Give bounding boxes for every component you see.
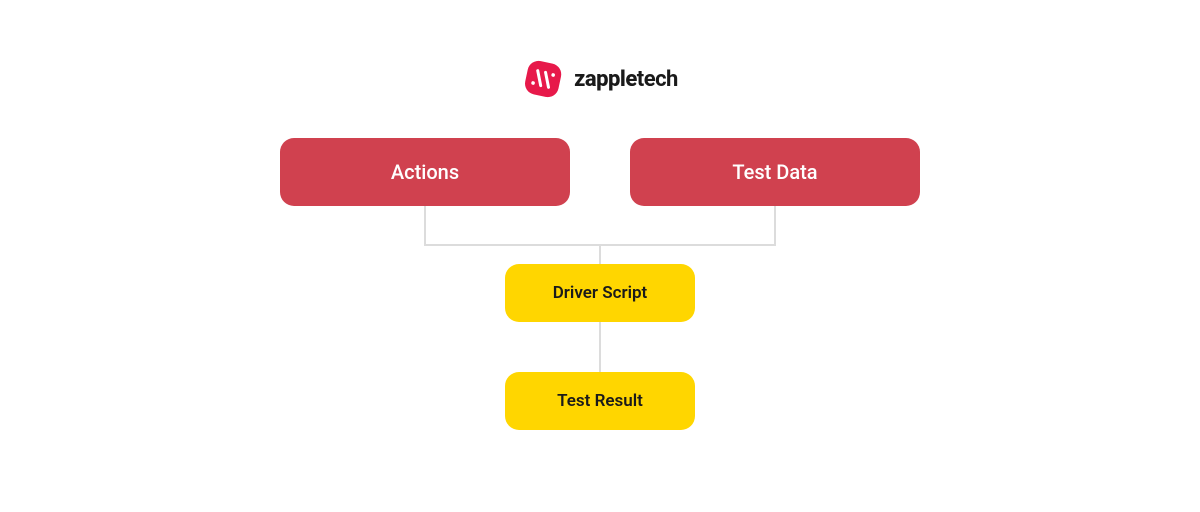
brand-name: zappletech [574,67,678,92]
brand-logo: zappletech [522,58,678,100]
node-test-data: Test Data [630,138,920,206]
node-actions: Actions [280,138,570,206]
node-driver-script: Driver Script [505,264,695,322]
node-label: Driver Script [553,283,648,303]
connector-line [599,322,601,372]
node-test-result: Test Result [505,372,695,430]
logo-icon [522,58,564,100]
connector-line [774,206,776,246]
node-label: Test Result [557,391,643,411]
brand-name-suffix: tech [637,67,678,92]
brand-name-prefix: zapple [574,67,637,92]
connector-line [599,246,601,264]
node-label: Actions [391,160,459,184]
node-label: Test Data [732,160,817,184]
connector-line [424,206,426,246]
